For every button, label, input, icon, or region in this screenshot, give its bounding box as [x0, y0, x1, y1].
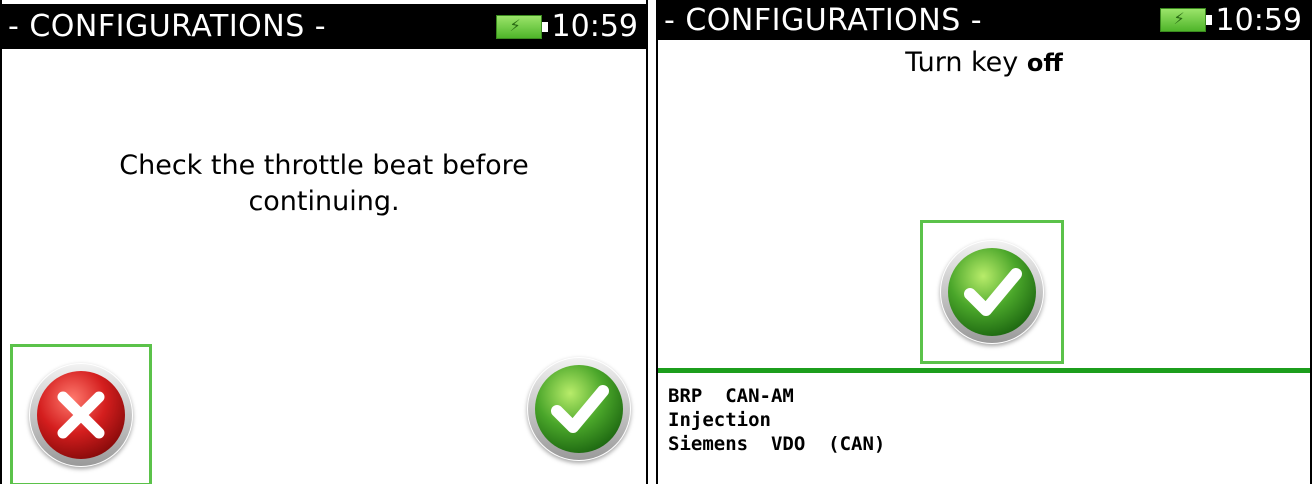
instruction-line-2: continuing.	[248, 186, 400, 217]
checkmark-icon	[940, 240, 1044, 344]
instruction-prefix: Turn key	[905, 47, 1027, 78]
cancel-x-icon	[29, 363, 133, 467]
instruction-message: Check the throttle beat before continuin…	[2, 148, 646, 220]
title-bar: - CONFIGURATIONS - ⚡ 10:59	[2, 4, 646, 49]
confirm-button[interactable]	[920, 220, 1064, 364]
checkmark-icon	[527, 357, 631, 461]
screen-title: - CONFIGURATIONS -	[664, 2, 983, 38]
clock: 10:59	[1215, 2, 1302, 38]
configurations-screen-right: - CONFIGURATIONS - ⚡ 10:59 Turn key off	[656, 0, 1312, 484]
cancel-button[interactable]	[10, 344, 152, 484]
confirm-button[interactable]	[524, 354, 634, 464]
battery-icon: ⚡	[495, 14, 548, 39]
info-line-1: BRP CAN-AM	[668, 385, 794, 407]
divider	[658, 368, 1310, 373]
battery-icon: ⚡	[1159, 8, 1212, 32]
configurations-screen-left: - CONFIGURATIONS - ⚡ 10:59 Check the thr…	[0, 0, 648, 484]
title-bar: - CONFIGURATIONS - ⚡ 10:59	[658, 0, 1310, 40]
screen-title: - CONFIGURATIONS -	[8, 9, 327, 44]
info-line-3: Siemens VDO (CAN)	[668, 433, 886, 455]
clock: 10:59	[551, 9, 638, 44]
info-line-2: Injection	[668, 409, 771, 431]
instruction-bold: off	[1026, 49, 1063, 77]
instruction-line-1: Check the throttle beat before	[119, 150, 529, 181]
instruction-message: Turn key off	[658, 46, 1310, 80]
vehicle-info: BRP CAN-AM Injection Siemens VDO (CAN)	[668, 384, 885, 456]
